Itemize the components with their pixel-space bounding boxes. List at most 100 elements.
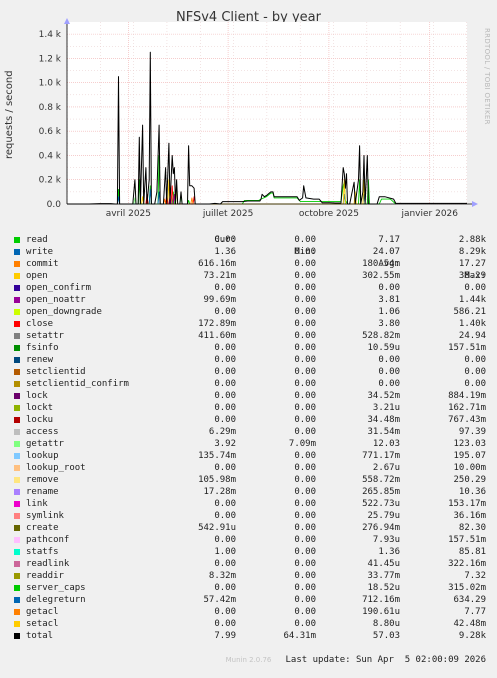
legend-avg: 31.54m (367, 427, 400, 437)
legend-row: delegreturn 57.42m 0.00 712.16m 634.29 (12, 594, 492, 606)
x-tick-label: octobre 2025 (299, 209, 359, 219)
legend-avg: 41.45u (367, 559, 400, 569)
legend-avg: 34.52m (367, 391, 400, 401)
legend-swatch (14, 309, 20, 315)
legend-name: write (26, 247, 54, 257)
legend-name: setclientid (26, 367, 86, 377)
legend-name: setattr (26, 331, 64, 341)
x-axis-arrow (472, 201, 478, 207)
legend-row: server_caps 0.00 0.00 18.52u 315.02m (12, 582, 492, 594)
legend-avg: 522.73u (362, 499, 400, 509)
legend-row: lookup 135.74m 0.00 771.17m 195.07 (12, 450, 492, 462)
legend-min: 0.00 (294, 271, 316, 281)
legend-swatch (14, 549, 20, 555)
legend-min: 0.00 (294, 595, 316, 605)
legend-row: fsinfo 0.00 0.00 10.59u 157.51m (12, 342, 492, 354)
legend-min: 0.00 (294, 259, 316, 269)
legend-max: 10.00m (453, 463, 486, 473)
legend-max: 1.44k (458, 295, 486, 305)
legend-avg: 0.00 (378, 283, 400, 293)
legend-swatch (14, 597, 20, 603)
legend-max: 0.00 (464, 367, 486, 377)
legend-name: remove (26, 475, 59, 485)
legend-max: 1.40k (458, 319, 486, 329)
legend-swatch (14, 561, 20, 567)
legend-row: remove 105.98m 0.00 558.72m 250.29 (12, 474, 492, 486)
legend-row: open_noattr 99.69m 0.00 3.81 1.44k (12, 294, 492, 306)
legend-avg: 2.67u (372, 463, 400, 473)
x-tick-label: janvier 2026 (400, 209, 458, 219)
legend-avg: 265.85m (362, 487, 400, 497)
legend-max: 8.29k (458, 247, 486, 257)
legend-min: 0.00 (294, 523, 316, 533)
legend-row: symlink 0.00 0.00 25.79u 36.16m (12, 510, 492, 522)
legend-row: link 0.00 0.00 522.73u 153.17m (12, 498, 492, 510)
legend-cur: 1.00 (214, 547, 236, 557)
legend-min: 0.00 (294, 367, 316, 377)
legend-swatch (14, 621, 20, 627)
legend-swatch (14, 633, 20, 639)
legend-cur: 616.16m (198, 259, 236, 269)
legend-name: access (26, 427, 59, 437)
legend-avg: 25.79u (367, 511, 400, 521)
legend-min: 7.09m (288, 439, 316, 449)
legend-row: setclientid_confirm 0.00 0.00 0.00 0.00 (12, 378, 492, 390)
legend-cur: 0.00 (214, 559, 236, 569)
legend-swatch (14, 237, 20, 243)
legend-swatch (14, 525, 20, 531)
legend-swatch (14, 609, 20, 615)
legend-min: 0.00 (294, 343, 316, 353)
legend-swatch (14, 369, 20, 375)
legend-cur: 57.42m (203, 595, 236, 605)
legend-cur: 0.00 (214, 283, 236, 293)
y-tick-label: 0.2 k (39, 176, 62, 186)
legend-max: 82.30 (458, 523, 486, 533)
legend-name: getacl (26, 607, 59, 617)
legend-name: locku (26, 415, 54, 425)
legend-row: setclientid 0.00 0.00 0.00 0.00 (12, 366, 492, 378)
legend-cur: 105.98m (198, 475, 236, 485)
legend-swatch (14, 417, 20, 423)
legend-min: 0.00 (294, 379, 316, 389)
legend-name: symlink (26, 511, 64, 521)
legend-max: 250.29 (453, 475, 486, 485)
legend-swatch (14, 489, 20, 495)
legend-max: 162.71m (448, 403, 486, 413)
legend-row: read 0.00 0.00 7.17 2.88k (12, 234, 492, 246)
legend-cur: 0.00 (214, 379, 236, 389)
last-update-row: Last update: Sun Apr 5 02:00:09 2026 (12, 642, 492, 665)
legend-cur: 0.00 (214, 511, 236, 521)
legend-min: 0.00 (294, 403, 316, 413)
legend-row: readlink 0.00 0.00 41.45u 322.16m (12, 558, 492, 570)
legend-name: readlink (26, 559, 70, 569)
legend-name: open_noattr (26, 295, 86, 305)
legend-min: 0.00 (294, 535, 316, 545)
y-tick-label: 0.0 (47, 200, 62, 210)
legend-min: 0.00 (294, 319, 316, 329)
legend-name: lockt (26, 403, 54, 413)
legend-avg: 57.03 (372, 631, 400, 641)
legend-cur: 0.00 (214, 307, 236, 317)
legend-max: 9.28k (458, 631, 486, 641)
legend-min: 0.00 (294, 571, 316, 581)
legend-cur: 0.00 (214, 535, 236, 545)
legend-min: 0.00 (294, 499, 316, 509)
legend-table: Cur: Min: Avg: Max: read 0.00 0.00 7.17 2.88… (12, 222, 492, 665)
legend-cur: 0.00 (214, 619, 236, 629)
legend-swatch (14, 441, 20, 447)
legend-cur: 3.92 (214, 439, 236, 449)
legend-row: open_downgrade 0.00 0.00 1.06 586.21 (12, 306, 492, 318)
legend-name: renew (26, 355, 54, 365)
legend-row: statfs 1.00 0.00 1.36 85.81 (12, 546, 492, 558)
legend-swatch (14, 405, 20, 411)
legend-max: 85.81 (458, 547, 486, 557)
legend-name: link (26, 499, 48, 509)
legend-max: 24.94 (458, 331, 486, 341)
legend-row: readdir 8.32m 0.00 33.77m 7.32 (12, 570, 492, 582)
legend-cur: 0.00 (214, 463, 236, 473)
legend-cur: 0.00 (214, 403, 236, 413)
legend-cur: 0.00 (214, 415, 236, 425)
legend-avg: 34.48m (367, 415, 400, 425)
legend-max: 157.51m (448, 343, 486, 353)
legend-avg: 1.36 (378, 547, 400, 557)
